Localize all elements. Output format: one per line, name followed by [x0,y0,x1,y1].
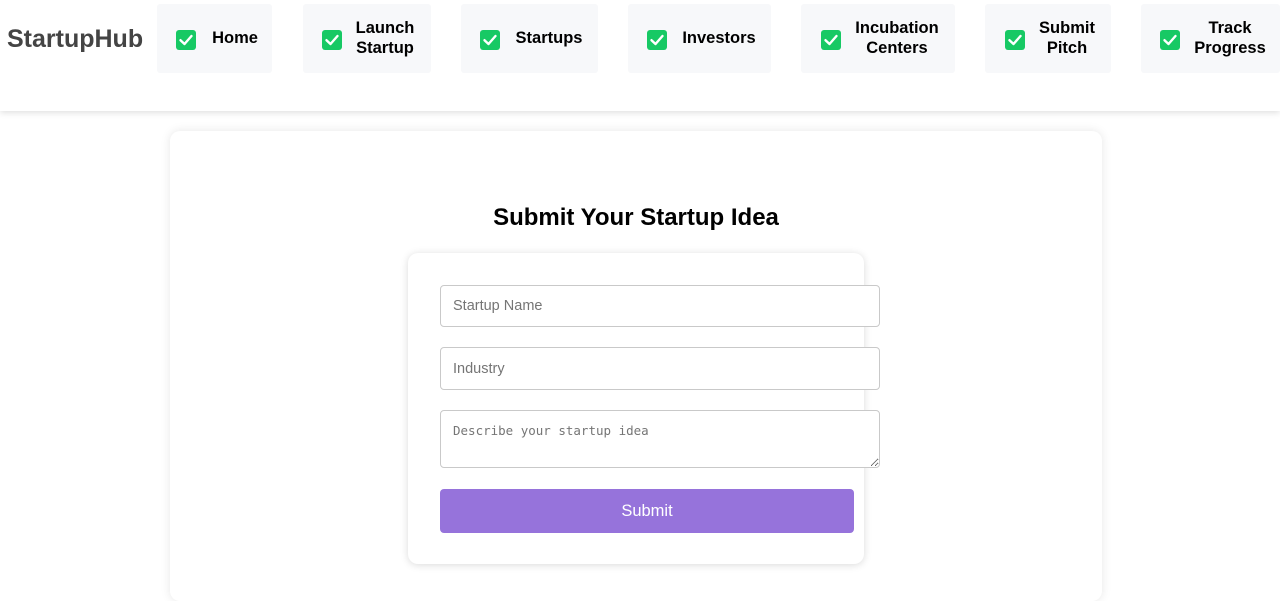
check-icon [480,30,500,50]
page-title: Submit Your Startup Idea [493,204,779,231]
submit-button[interactable]: Submit [440,489,854,533]
nav-item-label: Incubation Centers [855,19,939,57]
startup-name-input[interactable] [440,285,880,327]
description-textarea[interactable] [440,410,880,468]
check-icon [821,30,841,50]
top-nav-bar: StartupHub Home Launch Startup Startups … [0,0,1280,111]
check-icon [647,30,667,50]
nav-item-label: Track Progress [1194,19,1266,57]
nav-item-track-progress[interactable]: Track Progress [1141,4,1280,73]
check-icon [1005,30,1025,50]
nav-item-label: Submit Pitch [1039,19,1095,57]
nav-item-launch-startup[interactable]: Launch Startup [303,4,431,73]
industry-input[interactable] [440,347,880,390]
nav-item-label: Investors [682,29,756,47]
nav-item-submit-pitch[interactable]: Submit Pitch [985,4,1111,73]
nav-item-label: Startups [515,29,583,47]
nav-item-label: Home [212,29,258,47]
check-icon [1160,30,1180,50]
nav-item-home[interactable]: Home [157,4,272,73]
nav-item-label: Launch Startup [355,19,415,57]
brand-logo[interactable]: StartupHub [7,24,143,54]
check-icon [176,30,196,50]
nav-item-incubation-centers[interactable]: Incubation Centers [801,4,955,73]
nav-item-investors[interactable]: Investors [628,4,771,73]
nav-item-startups[interactable]: Startups [461,4,598,73]
check-icon [322,30,342,50]
